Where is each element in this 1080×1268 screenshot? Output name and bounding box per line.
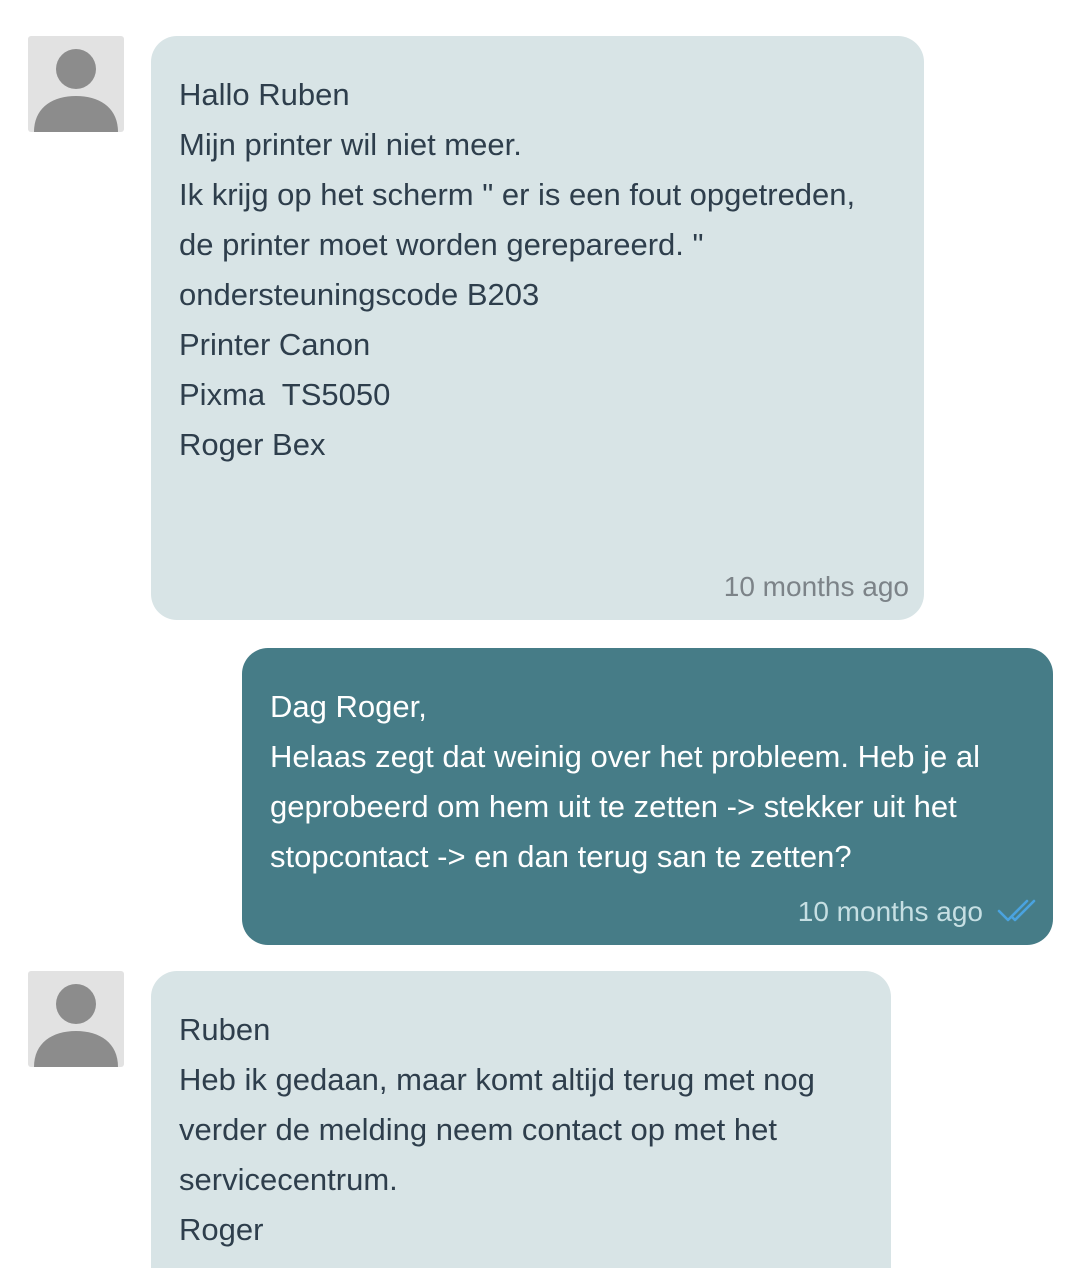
sender-avatar[interactable] [28, 36, 124, 132]
incoming-message-bubble[interactable]: Ruben Heb ik gedaan, maar komt altijd te… [151, 971, 891, 1268]
message-text: Hallo Ruben Mijn printer wil niet meer. … [179, 70, 914, 470]
message-line: stopcontact -> en dan terug san te zette… [270, 839, 852, 874]
message-timestamp: 10 months ago [797, 896, 983, 927]
double-check-icon [997, 899, 1036, 922]
message-line: Pixma TS5050 [179, 377, 391, 412]
default-user-avatar-icon [34, 984, 118, 1067]
default-user-avatar-icon [34, 49, 118, 132]
message-line: Printer Canon [179, 327, 371, 362]
message-text: Ruben Heb ik gedaan, maar komt altijd te… [179, 1005, 881, 1255]
message-line: Ruben [179, 1012, 271, 1047]
message-line: servicecentrum. [179, 1162, 398, 1197]
message-line: Heb ik gedaan, maar komt altijd terug me… [179, 1062, 815, 1097]
message-line: Roger Bex [179, 427, 326, 462]
message-line: Ik krijg op het scherm " er is een fout … [179, 177, 856, 212]
message-line: Roger [179, 1212, 264, 1247]
message-line: geprobeerd om hem uit te zetten -> stekk… [270, 789, 957, 824]
message-line: verder de melding neem contact op met he… [179, 1112, 777, 1147]
message-line: Mijn printer wil niet meer. [179, 127, 522, 162]
message-line: Dag Roger, [270, 689, 427, 724]
sender-avatar[interactable] [28, 971, 124, 1067]
outgoing-message-bubble[interactable]: Dag Roger, Helaas zegt dat weinig over h… [242, 648, 1053, 945]
message-line: Helaas zegt dat weinig over het probleem… [270, 739, 980, 774]
message-text: Dag Roger, Helaas zegt dat weinig over h… [270, 682, 1043, 882]
message-line: Hallo Ruben [179, 77, 350, 112]
message-line: ondersteuningscode B203 [179, 277, 540, 312]
message-line: de printer moet worden gerepareerd. " [179, 227, 704, 262]
incoming-message-bubble[interactable]: Hallo Ruben Mijn printer wil niet meer. … [151, 36, 924, 620]
message-timestamp: 10 months ago [723, 571, 909, 602]
